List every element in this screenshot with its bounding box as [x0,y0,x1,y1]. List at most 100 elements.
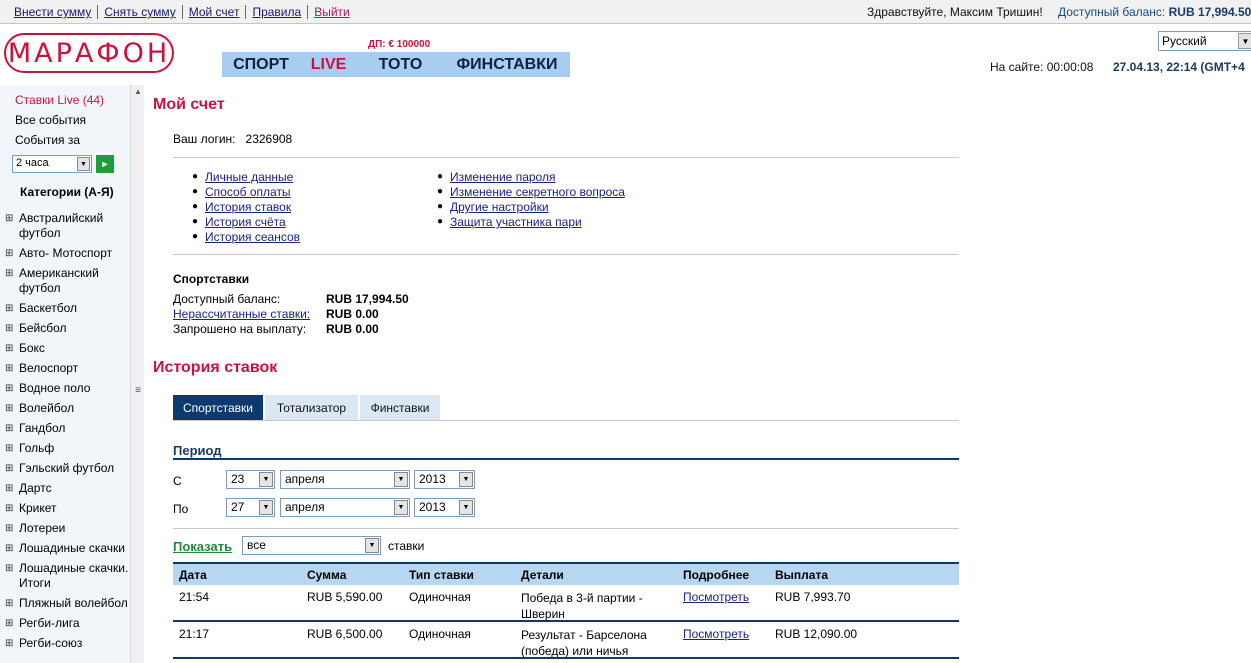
from-day-select[interactable]: 23 ▼ [226,470,275,489]
expand-plus-icon[interactable]: ⊞ [5,561,19,591]
scroll-up-icon[interactable]: ▲ [132,87,144,99]
unsettled-bets-link[interactable]: Нерассчитанные ставки: [173,307,310,321]
language-value: Русский [1162,34,1207,48]
sidebar-category[interactable]: ⊞ Лошадиные скачки [5,541,131,556]
bullet: ● [192,201,199,212]
nav-live[interactable]: LIVE [300,52,357,77]
expand-plus-icon[interactable]: ⊞ [5,341,19,356]
logout-link[interactable]: Выйти [308,5,356,19]
sidebar-category[interactable]: ⊞ Пляжный волейбол [5,596,131,611]
expand-plus-icon[interactable]: ⊞ [5,246,19,261]
to-year-select[interactable]: 2013 ▼ [414,498,475,517]
my-account-link[interactable]: Мой счет [183,5,247,19]
expand-plus-icon[interactable]: ⊞ [5,401,19,416]
nav-finstavki[interactable]: ФИНСТАВКИ [444,52,570,77]
sidebar-category[interactable]: ⊞ Австралийский футбол [5,211,131,241]
nav-toto[interactable]: ТОТО [357,52,444,77]
sidebar-category[interactable]: ⊞ Бокс [5,341,131,356]
expand-plus-icon[interactable]: ⊞ [5,211,19,241]
sidebar-category[interactable]: ⊞ Гольф [5,441,131,456]
expand-plus-icon[interactable]: ⊞ [5,381,19,396]
sidebar-category-label: Регби-союз [19,636,83,650]
bettor-protection-link[interactable]: Защита участника пари [450,215,582,229]
sidebar-all-events[interactable]: Все события [15,113,86,127]
go-button[interactable]: ► [96,155,114,173]
sidebar-category[interactable]: ⊞ Гандбол [5,421,131,436]
deposit-link[interactable]: Внести сумму [14,5,99,19]
tab-finstavki[interactable]: Финставки [360,395,440,420]
sidebar-category[interactable]: ⊞ Американский футбол [5,266,131,296]
bet-history-link[interactable]: История ставок [205,200,291,214]
rules-link[interactable]: Правила [246,5,309,19]
expand-plus-icon[interactable]: ⊞ [5,461,19,476]
sidebar-category-label: Бейсбол [19,321,67,335]
sidebar-category[interactable]: ⊞ Баскетбол [5,301,131,316]
sidebar-category[interactable]: ⊞ Гэльский футбол [5,461,131,476]
show-filter-select[interactable]: все ▼ [242,536,381,555]
account-history-link[interactable]: История счёта [205,215,286,229]
login-value: 2326908 [245,132,293,146]
expand-plus-icon[interactable]: ⊞ [5,321,19,336]
expand-plus-icon[interactable]: ⊞ [5,501,19,516]
from-label: С [173,474,182,488]
sidebar-events-for: События за [15,133,81,147]
sidebar-category-label: Гандбол [19,421,66,435]
sidebar-category-label: Волейбол [19,401,75,415]
sidebar-category[interactable]: ⊞ Волейбол [5,401,131,416]
expand-plus-icon[interactable]: ⊞ [5,521,19,536]
sidebar-category-label: Пляжный волейбол [19,596,128,610]
tab-totalizator[interactable]: Тотализатор [265,395,358,420]
from-year-select[interactable]: 2013 ▼ [414,470,475,489]
expand-plus-icon[interactable]: ⊞ [5,301,19,316]
payment-method-link[interactable]: Способ оплаты [205,185,291,199]
to-month-select[interactable]: апреля ▼ [280,498,410,517]
scroll-thumb[interactable]: ≡ [132,385,144,399]
expand-plus-icon[interactable]: ⊞ [5,361,19,376]
sidebar-category[interactable]: ⊞ Крикет [5,501,131,516]
other-settings-link[interactable]: Другие настройки [450,200,549,214]
expand-plus-icon[interactable]: ⊞ [5,616,19,631]
expand-plus-icon[interactable]: ⊞ [5,441,19,456]
sidebar-category[interactable]: ⊞ Велоспорт [5,361,131,376]
sidebar-category[interactable]: ⊞ Лотереи [5,521,131,536]
current-datetime: 27.04.13, 22:14 (GMT+4 [1113,60,1245,74]
period-select[interactable]: 2 часа ▼ [12,155,92,173]
sidebar-category[interactable]: ⊞ Бейсбол [5,321,131,336]
period-label: Период [173,443,222,458]
sidebar-category[interactable]: ⊞ Регби-лига [5,616,131,631]
sidebar-scrollbar[interactable]: ▲ ≡ [130,85,144,663]
expand-plus-icon[interactable]: ⊞ [5,541,19,556]
sidebar-category[interactable]: ⊞ Дартс [5,481,131,496]
table-row: 21:54 RUB 5,590.00 Одиночная Победа в 3-… [173,585,959,622]
show-link[interactable]: Показать [173,539,232,554]
session-history-link[interactable]: История сеансов [205,230,300,244]
from-month-select[interactable]: апреля ▼ [280,470,410,489]
row-details: Результат - Барселона (победа) или ничья [521,628,647,658]
expand-plus-icon[interactable]: ⊞ [5,266,19,296]
expand-plus-icon[interactable]: ⊞ [5,636,19,651]
sidebar-category[interactable]: ⊞ Регби-союз [5,636,131,651]
chevron-down-icon: ▼ [259,472,273,487]
change-secret-question-link[interactable]: Изменение секретного вопроса [450,185,625,199]
view-link[interactable]: Посмотреть [683,627,749,641]
top-links: Внести сумму Снять сумму Мой счет Правил… [14,5,356,19]
logo[interactable]: МАРАФОН [4,33,174,73]
language-select[interactable]: Русский ▼ [1158,31,1251,51]
sidebar-category[interactable]: ⊞ Авто- Мотоспорт [5,246,131,261]
expand-plus-icon[interactable]: ⊞ [5,596,19,611]
expand-plus-icon[interactable]: ⊞ [5,421,19,436]
table-header: Дата Сумма Тип ставки Детали Подробнее В… [173,562,959,585]
row-details: Победа в 3-й партии - Шверин [521,591,643,621]
personal-data-link[interactable]: Личные данные [205,170,293,184]
expand-plus-icon[interactable]: ⊞ [5,481,19,496]
tab-sport-bets[interactable]: Спортставки [173,395,263,420]
change-password-link[interactable]: Изменение пароля [450,170,555,184]
withdraw-link[interactable]: Снять сумму [98,5,183,19]
sidebar-category[interactable]: ⊞ Лошадиные скачки. Итоги [5,561,131,591]
view-link[interactable]: Посмотреть [683,590,749,604]
sidebar-live-bets[interactable]: Ставки Live (44) [15,93,104,107]
to-day-select[interactable]: 27 ▼ [226,498,275,517]
sidebar-category[interactable]: ⊞ Водное поло [5,381,131,396]
nav-sport[interactable]: СПОРТ [222,52,300,77]
row-amount: RUB 5,590.00 [307,590,383,604]
